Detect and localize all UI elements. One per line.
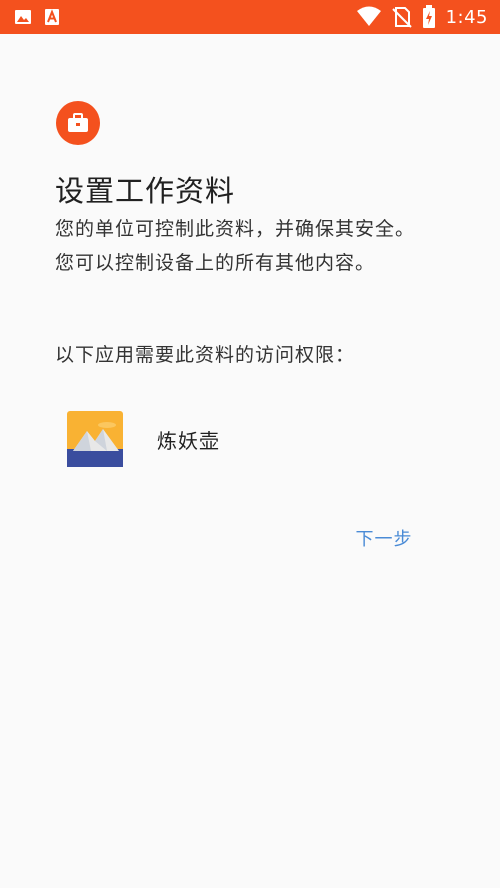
description-text: 您的单位可控制此资料，并确保其安全。您可以控制设备上的所有其他内容。 [55, 218, 416, 274]
no-sim-icon [391, 6, 412, 28]
work-profile-setup-screen: 设置工作资料 您的单位可控制此资料，并确保其安全。您可以控制设备上的所有其他内容… [0, 34, 500, 888]
status-bar: 1:45 [0, 0, 500, 34]
status-right-icons: 1:45 [356, 5, 488, 29]
wifi-icon [356, 6, 382, 28]
work-profile-badge [56, 101, 100, 145]
page-title: 设置工作资料 [55, 174, 236, 208]
access-label: 以下应用需要此资料的访问权限： [55, 344, 356, 366]
app-name: 炼妖壶 [157, 428, 220, 453]
status-left-icons [14, 8, 60, 26]
mountain-landscape-icon [67, 411, 123, 467]
battery-charging-icon [422, 5, 436, 29]
text-a-icon [44, 8, 60, 26]
image-icon [14, 8, 32, 26]
app-list-item: 炼妖壶 [55, 404, 435, 474]
briefcase-icon [68, 113, 88, 132]
next-button[interactable]: 下一步 [344, 520, 424, 556]
status-time: 1:45 [445, 6, 488, 28]
